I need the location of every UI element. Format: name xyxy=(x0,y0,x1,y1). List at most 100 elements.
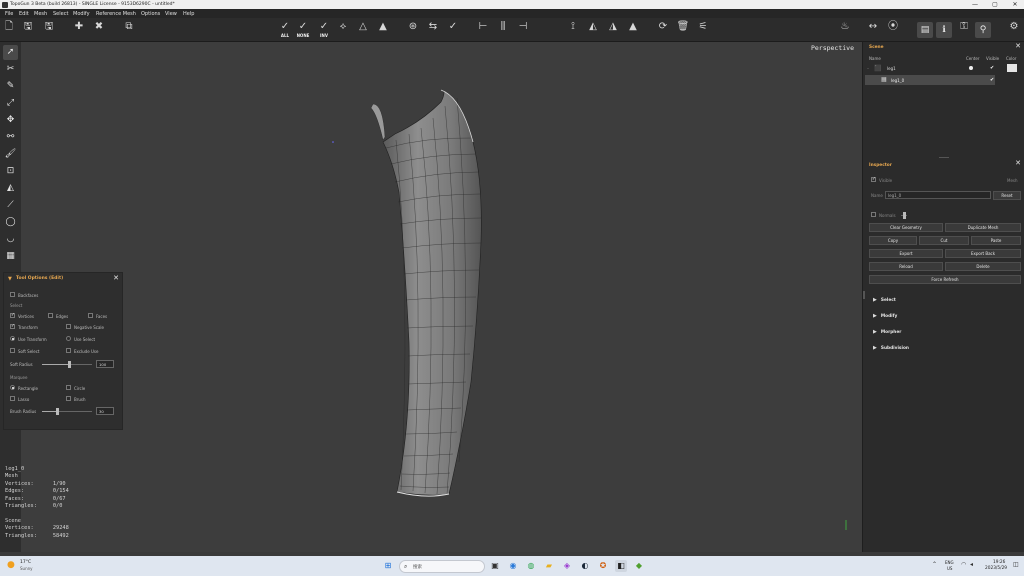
collapse-triangle-icon[interactable]: ▼ xyxy=(8,276,12,282)
tweak-tool-icon[interactable]: ⚯ xyxy=(3,130,18,145)
windows-start-icon[interactable]: ⊞ xyxy=(382,560,394,572)
relax-icon[interactable]: ⊢ xyxy=(476,21,490,39)
circle-checkbox[interactable] xyxy=(66,385,71,390)
menu-options[interactable]: Options xyxy=(141,11,160,17)
mirror-icon[interactable]: ⇆ xyxy=(426,21,440,39)
key-icon[interactable]: ⚿ xyxy=(957,21,971,39)
edge-browser-icon[interactable]: ◉ xyxy=(507,560,519,572)
app-icon-orange[interactable]: ✪ xyxy=(597,560,609,572)
weather-temp[interactable]: 17°C xyxy=(20,560,31,565)
wifi-icon[interactable]: ◠ xyxy=(961,561,966,568)
normals-checkbox[interactable] xyxy=(871,212,876,217)
export-back-button[interactable]: Export Back xyxy=(945,249,1021,258)
new-file-icon[interactable]: 🗋 xyxy=(3,21,15,39)
3d-viewport[interactable]: Perspective xyxy=(21,42,862,552)
task-view-icon[interactable]: ▣ xyxy=(489,560,501,572)
section-select[interactable]: ▶ Select xyxy=(873,297,896,303)
paste-button[interactable]: Paste xyxy=(971,236,1021,245)
menu-modify[interactable]: Modify xyxy=(73,11,90,17)
cut-button[interactable]: Cut xyxy=(919,236,969,245)
render-icon[interactable]: ♨ xyxy=(838,21,852,39)
input-language[interactable]: ENG xyxy=(945,560,954,565)
move-tool-icon[interactable]: ✥ xyxy=(3,113,18,128)
taskbar-search[interactable]: ⌕ 搜索 xyxy=(399,559,485,573)
rectangle-radio[interactable] xyxy=(10,385,15,390)
topogun-taskbar-icon[interactable]: ◧ xyxy=(615,560,627,572)
menu-edit[interactable]: Edit xyxy=(19,11,29,17)
name-input[interactable]: leg1_0 xyxy=(885,191,991,199)
leg-mesh[interactable] xyxy=(21,42,862,552)
delete-button[interactable]: Delete xyxy=(945,262,1021,271)
use-select-radio[interactable] xyxy=(66,336,71,341)
color-swatch[interactable] xyxy=(1007,64,1017,72)
check-icon[interactable]: ✓ xyxy=(446,21,460,39)
settings-sliders-icon[interactable]: ⚟ xyxy=(696,21,710,39)
soft-radius-slider[interactable] xyxy=(42,361,92,368)
panel-toggle-icon[interactable]: ▤ xyxy=(917,22,933,38)
circle-tool-icon[interactable]: ◯ xyxy=(3,215,18,230)
project-icon[interactable]: ◮ xyxy=(606,21,620,39)
force-refresh-button[interactable]: Force Refresh xyxy=(869,275,1021,284)
close-window-button[interactable]: ✕ xyxy=(1008,0,1022,9)
grow-selection-icon[interactable]: ⟡ xyxy=(336,21,350,39)
menu-reference-mesh[interactable]: Reference Mesh xyxy=(96,11,136,17)
negative-scale-checkbox[interactable] xyxy=(66,324,71,329)
brush-checkbox[interactable] xyxy=(66,396,71,401)
section-subdivision[interactable]: ▶ Subdivision xyxy=(873,345,909,351)
soft-select-checkbox[interactable] xyxy=(10,348,15,353)
normals-slider[interactable] xyxy=(901,212,907,219)
weather-sun-icon[interactable]: ● xyxy=(7,560,15,570)
camera-icon[interactable]: ⦿ xyxy=(886,21,900,39)
select-triangles-icon[interactable]: △ xyxy=(356,21,370,39)
add-mesh-icon[interactable]: ✚ xyxy=(72,21,86,39)
minimize-button[interactable]: — xyxy=(968,0,982,9)
select-tool-icon[interactable]: ➚ xyxy=(3,45,18,60)
grid-tool-icon[interactable]: ▦ xyxy=(3,249,18,264)
brush-radius-knob[interactable] xyxy=(55,408,59,415)
select-ngons-icon[interactable]: ▲ xyxy=(376,21,390,39)
close-scene-icon[interactable]: ✕ xyxy=(1015,42,1021,50)
flatten-icon[interactable]: ⊣ xyxy=(516,21,530,39)
tube-tool-icon[interactable]: ◡ xyxy=(3,232,18,247)
notification-icon[interactable]: ◫ xyxy=(1013,561,1019,568)
copy-button[interactable]: Copy xyxy=(869,236,917,245)
reset-button[interactable]: Reset xyxy=(993,191,1021,200)
app-icon-purple[interactable]: ◈ xyxy=(561,560,573,572)
close-icon[interactable]: ✕ xyxy=(113,274,119,282)
steam-icon[interactable]: ◐ xyxy=(579,560,591,572)
lasso-checkbox[interactable] xyxy=(10,396,15,401)
faces-checkbox[interactable] xyxy=(88,313,93,318)
fill-tool-icon[interactable]: ◭ xyxy=(3,181,18,196)
select-all-button[interactable]: ✓ ALL xyxy=(278,21,292,39)
input-region[interactable]: US xyxy=(947,566,952,571)
brush-tool-icon[interactable]: 🖌 xyxy=(3,147,18,162)
file-explorer-icon[interactable]: ▰ xyxy=(543,560,555,572)
transform-checkbox[interactable]: ✓ xyxy=(10,324,15,329)
info-icon[interactable]: ℹ xyxy=(936,22,952,38)
gear-icon[interactable]: ⚙ xyxy=(1007,21,1021,39)
scene-row-selected[interactable]: ▦ leg1_0 ✔ xyxy=(865,75,995,85)
refresh-icon[interactable]: ⟳ xyxy=(656,21,670,39)
center-indicator[interactable] xyxy=(969,66,973,70)
remove-mesh-icon[interactable]: ✖ xyxy=(92,21,106,39)
clock-time[interactable]: 19:26 xyxy=(993,560,1005,565)
maximize-button[interactable]: ▢ xyxy=(988,0,1002,9)
soft-radius-knob[interactable] xyxy=(68,361,71,368)
brush-radius-input[interactable]: 30 xyxy=(96,407,114,415)
weather-desc[interactable]: Sunny xyxy=(20,566,33,571)
pen-tool-icon[interactable]: ⟋ xyxy=(3,198,18,213)
save-icon[interactable]: 🖫 xyxy=(22,21,34,39)
use-transform-radio[interactable] xyxy=(10,336,15,341)
expand-icon[interactable]: – xyxy=(867,66,869,71)
viewport-label[interactable]: Perspective xyxy=(811,44,854,52)
section-modify[interactable]: ▶ Modify xyxy=(873,313,897,319)
close-inspector-icon[interactable]: ✕ xyxy=(1015,159,1021,167)
visible-toggle[interactable]: ✔ xyxy=(990,77,994,83)
visible-checkbox[interactable]: ✓ xyxy=(871,177,876,182)
menu-mesh[interactable]: Mesh xyxy=(34,11,47,17)
normals-knob[interactable] xyxy=(903,212,906,219)
spread-icon[interactable]: ⫼ xyxy=(496,21,510,39)
menu-file[interactable]: File xyxy=(5,11,13,17)
chrome-icon[interactable]: ◍ xyxy=(525,560,537,572)
backfaces-checkbox[interactable] xyxy=(10,292,15,297)
